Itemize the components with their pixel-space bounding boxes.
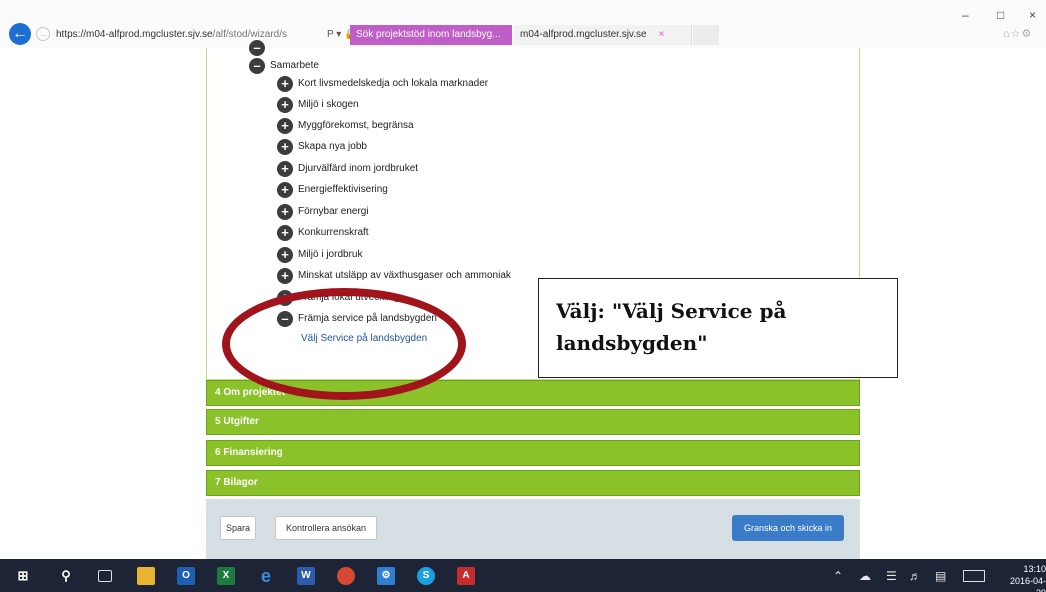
cloud-icon[interactable]: ☁	[859, 569, 871, 583]
taskbar-clock[interactable]: 13:10 2016-04-29	[1000, 563, 1046, 592]
tree-item[interactable]: + Miljö i skogen	[277, 97, 359, 115]
search-icon[interactable]: ⚲	[57, 567, 75, 585]
tree-item[interactable]: + Minskat utsläpp av växthusgaser och amm…	[277, 268, 511, 286]
minus-circle-icon: –	[249, 58, 265, 74]
save-button[interactable]: Spara	[220, 516, 256, 540]
tree-item[interactable]: + Energieffektivisering	[277, 182, 388, 200]
keyboard-icon[interactable]	[963, 570, 985, 582]
tree-item[interactable]: + Miljö i jordbruk	[277, 247, 362, 265]
address-bar[interactable]: https://m04-alfprod.mgcluster.sjv.se/alf…	[56, 26, 346, 43]
action-footer: Spara Kontrollera ansökan Granska och sk…	[206, 499, 860, 559]
task-view-icon[interactable]	[98, 570, 112, 582]
word-icon[interactable]: W	[297, 567, 315, 585]
minimize-icon[interactable]: –	[962, 8, 969, 22]
acrobat-icon[interactable]: A	[457, 567, 475, 585]
tree-item-label: Minskat utsläpp av växthusgaser och ammo…	[298, 270, 511, 281]
address-host: https://m04-alfprod.mgcluster.sjv.se	[56, 29, 213, 40]
tree-item-label: Skapa nya jobb	[298, 141, 367, 152]
tree-item-label: Djurvälfärd inom jordbruket	[298, 163, 419, 174]
tree-item-label: Miljö i jordbruk	[298, 249, 363, 260]
tree-item-label: Samarbete	[270, 60, 319, 71]
home-star-gear-icons[interactable]: ⌂☆⚙	[1003, 27, 1032, 40]
section-finansiering[interactable]: 6 Finansiering	[206, 440, 860, 466]
plus-circle-icon: +	[277, 182, 293, 198]
outlook-icon[interactable]: O	[177, 567, 195, 585]
tree-item[interactable]: + Kort livsmedelskedja och lokala marknad…	[277, 76, 488, 94]
excel-icon[interactable]: X	[217, 567, 235, 585]
volume-icon[interactable]: ♬	[909, 569, 921, 583]
section-bilagor[interactable]: 7 Bilagor	[206, 470, 860, 496]
chrome-icon[interactable]	[337, 567, 355, 585]
tree-item-samarbete[interactable]: – Samarbete	[249, 58, 319, 76]
tree-item-label: Förnybar energi	[298, 206, 369, 217]
back-arrow-icon[interactable]: ←	[9, 23, 31, 45]
tree-item[interactable]: + Myggförekomst, begränsa	[277, 118, 414, 136]
plus-circle-icon: +	[277, 204, 293, 220]
notifications-icon[interactable]: ▤	[935, 569, 946, 583]
tree-item-label: Energieffektivisering	[298, 184, 388, 195]
callout-line-1: Välj: "Välj Service på	[556, 299, 787, 323]
tree-item[interactable]: + Djurvälfärd inom jordbruket	[277, 161, 418, 179]
instruction-callout: Välj: "Välj Service på landsbygden"	[538, 278, 898, 378]
clock-time: 13:10	[1023, 564, 1046, 574]
minus-circle-icon: –	[249, 40, 265, 56]
settings-app-icon[interactable]: ⚙	[377, 567, 395, 585]
tree-item[interactable]: + Konkurrenskraft	[277, 225, 369, 243]
section-utgifter[interactable]: 5 Utgifter	[206, 409, 860, 435]
taskbar: ⊞ ⚲ O X e W ⚙ S A ⌃ ☁ ☰ ♬ ▤ 13:10 2016-0…	[0, 559, 1046, 592]
plus-circle-icon: +	[277, 225, 293, 241]
plus-circle-icon: +	[277, 161, 293, 177]
plus-circle-icon: +	[277, 97, 293, 113]
tab-sok-projektstod[interactable]: Sök projektstöd inom landsbyg...	[350, 25, 512, 45]
tree-item[interactable]: + Förnybar energi	[277, 204, 369, 222]
internet-explorer-icon[interactable]: e	[257, 567, 275, 585]
review-submit-button[interactable]: Granska och skicka in	[732, 515, 844, 541]
callout-line-2: landsbygden"	[556, 331, 708, 355]
highlight-ellipse	[222, 288, 466, 400]
tree-item-partial[interactable]: –	[249, 40, 270, 58]
screen: ← → https://m04-alfprod.mgcluster.sjv.se…	[0, 0, 1046, 592]
file-explorer-icon[interactable]	[137, 567, 155, 585]
tab-close-icon[interactable]: ×	[659, 29, 665, 40]
plus-circle-icon: +	[277, 268, 293, 284]
close-window-icon[interactable]: ×	[1029, 8, 1036, 22]
check-application-button[interactable]: Kontrollera ansökan	[275, 516, 377, 540]
skype-icon[interactable]: S	[417, 567, 435, 585]
tree-item-label: Konkurrenskraft	[298, 227, 369, 238]
forward-arrow-icon[interactable]: →	[36, 27, 50, 41]
tree-item-label: Miljö i skogen	[298, 99, 359, 110]
network-icon[interactable]: ☰	[886, 569, 897, 583]
address-path: /alf/stod/wizard/s	[212, 29, 288, 40]
tree-item[interactable]: + Skapa nya jobb	[277, 139, 367, 157]
plus-circle-icon: +	[277, 118, 293, 134]
tray-up-arrow-icon[interactable]: ⌃	[833, 569, 843, 583]
windows-start-icon[interactable]: ⊞	[14, 567, 32, 585]
maximize-icon[interactable]: □	[997, 8, 1004, 22]
plus-circle-icon: +	[277, 247, 293, 263]
clock-date: 2016-04-29	[1009, 576, 1046, 592]
plus-circle-icon: +	[277, 76, 293, 92]
tab-m04-alfprod-label: m04-alfprod.mgcluster.sjv.se	[520, 29, 647, 40]
tab-m04-alfprod[interactable]: m04-alfprod.mgcluster.sjv.se ×	[514, 25, 692, 45]
tree-item-label: Myggförekomst, begränsa	[298, 120, 414, 131]
new-tab-button[interactable]	[693, 25, 719, 45]
browser-chrome: ← → https://m04-alfprod.mgcluster.sjv.se…	[0, 0, 1046, 48]
plus-circle-icon: +	[277, 139, 293, 155]
tree-item-label: Kort livsmedelskedja och lokala marknade…	[298, 78, 489, 89]
